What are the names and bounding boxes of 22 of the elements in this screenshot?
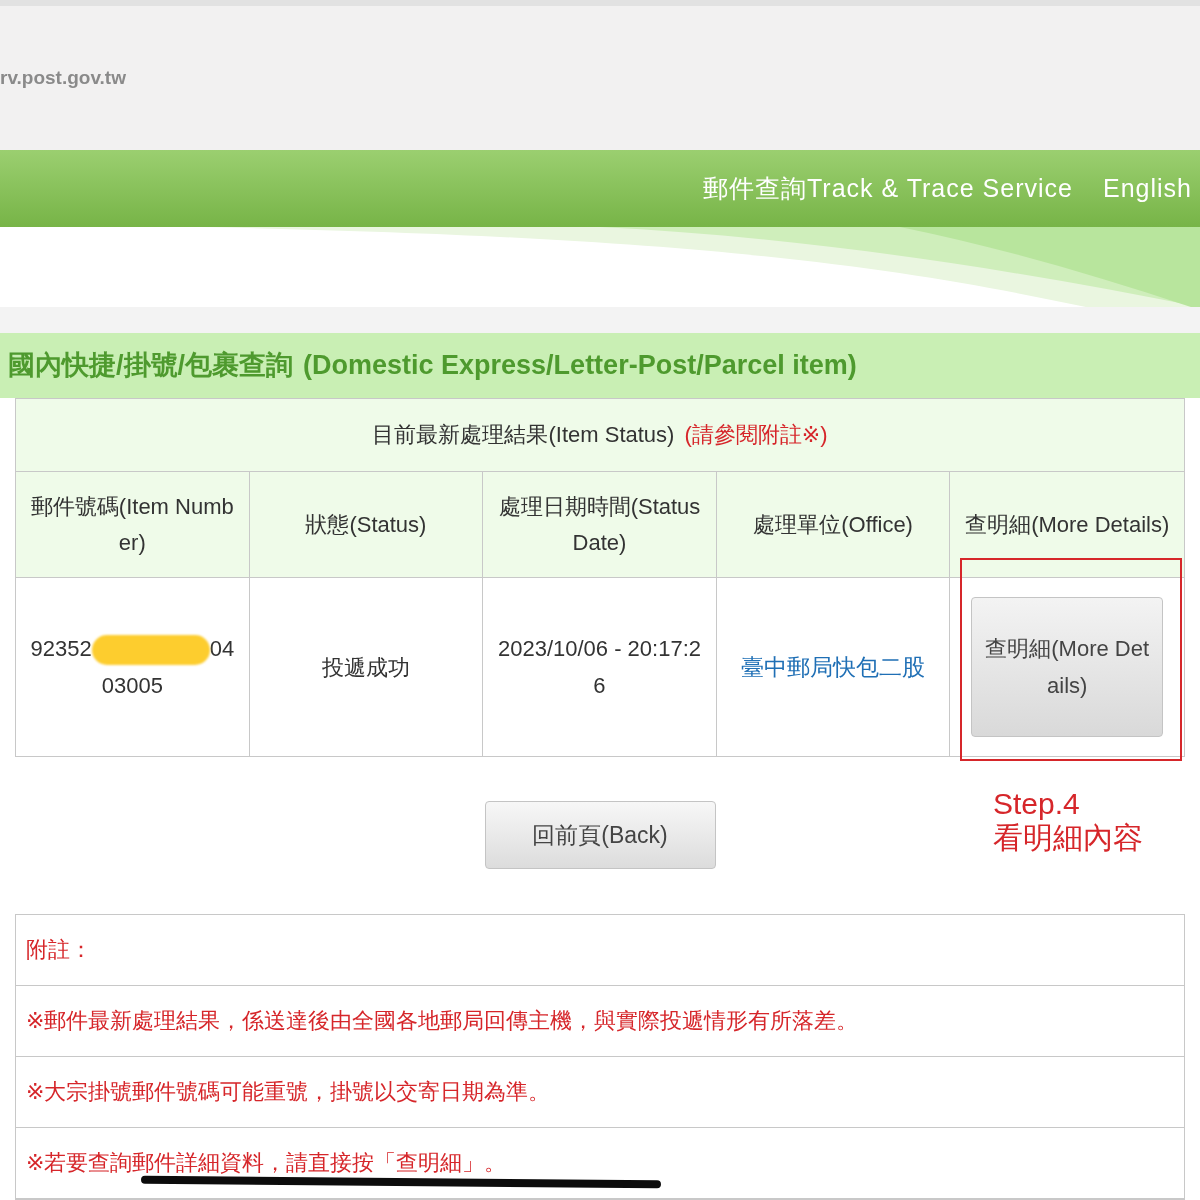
back-button[interactable]: 回前頁(Back) [484,801,716,869]
url-text: rv.post.gov.tw [0,66,126,89]
details-button[interactable]: 查明細(More Details) [971,597,1164,737]
column-header: 查明細(More Details) [950,472,1184,578]
table-caption: 目前最新處理結果(Item Status) [372,421,675,449]
table-cell: 2023/10/06 - 20:17:26 [483,578,717,756]
notes-title: 附註： [26,936,92,964]
note-text: ※大宗掛號郵件號碼可能重號，掛號以交寄日期為準。 [26,1078,551,1106]
step-label: Step.4 [993,787,1081,821]
column-header: 處理單位(Office) [716,472,951,578]
column-header: 郵件號碼(Item Number) [16,472,250,578]
note-text: ※若要查詢郵件詳細資料，請直接按「查明細」。 [26,1149,507,1177]
caption-note: (請參閱附註※) [684,421,828,449]
step-note: 看明細內容 [993,821,1143,855]
note-text: ※郵件最新處理結果，係送達後由全國各地郵局回傳主機，與實際投遞情形有所落差。 [26,1007,859,1035]
title-text-english: (Domestic Express/Letter-Post/Parcel item) [303,349,857,381]
item-number: 92352 0403005 [29,634,236,700]
office-link[interactable]: 臺中郵局快包二股 [741,648,926,686]
title-text: 國內快捷/掛號/包裹查詢 [8,349,293,383]
column-header: 狀態(Status) [249,472,484,578]
column-header: 處理日期時間(Status Date) [483,472,717,578]
table-cell: 投遞成功 [249,578,484,756]
